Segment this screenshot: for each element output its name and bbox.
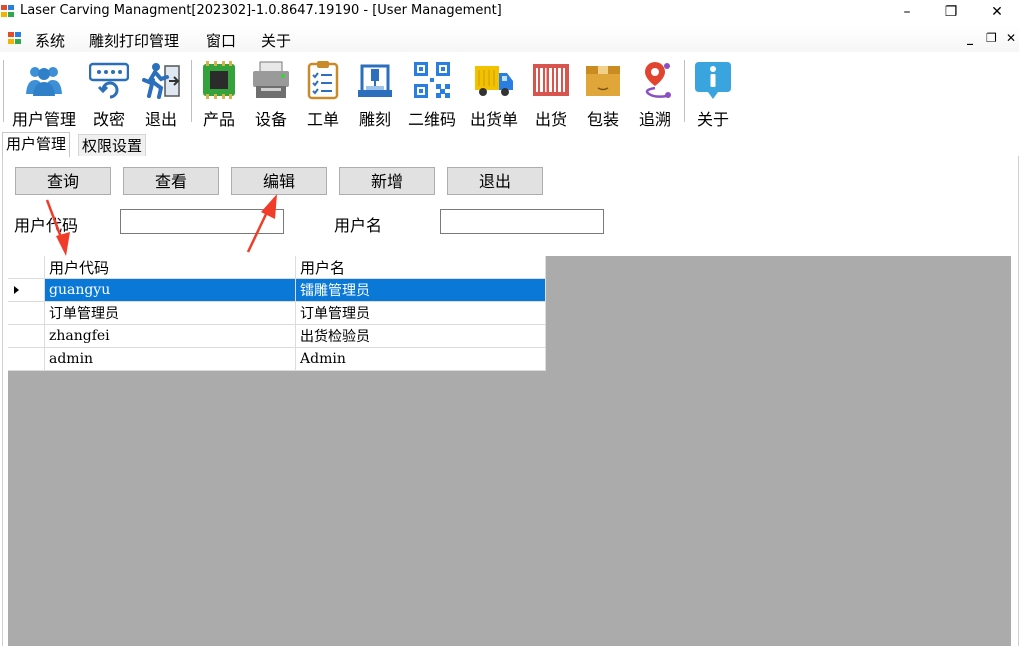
table-row[interactable]: guangyu 镭雕管理员 xyxy=(8,278,546,302)
toolbar-about-label: 关于 xyxy=(696,110,729,129)
table-row[interactable]: 订单管理员 订单管理员 xyxy=(8,301,546,325)
row-header[interactable] xyxy=(8,301,45,325)
toolbar-trace-label: 追溯 xyxy=(638,110,671,129)
tab-strip: 用户管理 权限设置 xyxy=(0,132,1025,157)
user-name-label: 用户名 xyxy=(334,216,383,235)
users-icon xyxy=(26,67,62,96)
toolbar-exit-button[interactable]: 退出 xyxy=(138,54,184,129)
toolbar-separator xyxy=(191,60,192,122)
toolbar-shipment-button[interactable]: 出货 xyxy=(528,54,574,129)
toolbar-change-password-button[interactable]: 改密 xyxy=(84,54,134,129)
user-table: 用户代码 用户名 guangyu 镭雕管理员 订单管理员 订单管理员 zhang… xyxy=(8,256,546,371)
barcode-icon xyxy=(533,64,569,96)
mdi-restore-button[interactable]: ❐ xyxy=(986,31,997,45)
toolbar-qrcode-label: 二维码 xyxy=(407,110,456,129)
box-icon xyxy=(586,66,620,96)
query-button[interactable]: 查询 xyxy=(15,167,111,195)
exit-run-icon xyxy=(142,63,180,99)
cell-user-name[interactable]: 镭雕管理员 xyxy=(295,278,546,302)
menu-about[interactable]: 关于 xyxy=(261,30,291,51)
toolbar-product-label: 产品 xyxy=(202,110,235,129)
user-code-input[interactable] xyxy=(120,209,284,234)
route-pin-icon xyxy=(645,62,671,98)
info-icon xyxy=(695,62,731,99)
toolbar-separator xyxy=(684,60,685,122)
qr-code-icon xyxy=(414,62,450,98)
user-name-input[interactable] xyxy=(440,209,604,234)
window-edge xyxy=(1019,26,1025,646)
toolbar-packaging-label: 包装 xyxy=(586,110,619,129)
toolbar-work-order-button[interactable]: 工单 xyxy=(300,54,346,129)
toolbar-shipment-label: 出货 xyxy=(534,110,567,129)
add-button[interactable]: 新增 xyxy=(339,167,435,195)
cell-user-code[interactable]: 订单管理员 xyxy=(44,301,296,325)
edit-button[interactable]: 编辑 xyxy=(231,167,327,195)
printer-icon xyxy=(253,61,289,98)
row-header[interactable] xyxy=(8,324,45,348)
toolbar: 用户管理 改密 退出 产品 设备 工单 雕刻 二维码 出货单 出货 包装 追溯 … xyxy=(0,54,1025,129)
cell-user-name[interactable]: 订单管理员 xyxy=(295,301,546,325)
tab-permission-settings[interactable]: 权限设置 xyxy=(78,134,147,157)
app-icon[interactable] xyxy=(1,5,14,17)
restore-button[interactable]: ❐ xyxy=(928,0,974,24)
close-button[interactable]: ✕ xyxy=(974,0,1020,24)
menu-carving-print[interactable]: 雕刻打印管理 xyxy=(89,30,179,51)
cell-user-code[interactable]: zhangfei xyxy=(44,324,296,348)
exit-button[interactable]: 退出 xyxy=(447,167,543,195)
mdi-child-icon[interactable] xyxy=(8,32,21,44)
cell-user-name[interactable]: 出货检验员 xyxy=(295,324,546,348)
toolbar-packaging-button[interactable]: 包装 xyxy=(580,54,626,129)
current-row-arrow-icon xyxy=(14,286,19,294)
cell-user-name[interactable]: Admin xyxy=(295,347,546,371)
window-title: Laser Carving Managment[202302]-1.0.8647… xyxy=(20,3,502,18)
table-header-row: 用户代码 用户名 xyxy=(8,256,546,279)
column-header-user-code[interactable]: 用户代码 xyxy=(44,256,296,279)
chip-icon xyxy=(203,61,235,99)
toolbar-grip xyxy=(3,60,4,122)
clipboard-checklist-icon xyxy=(307,61,339,100)
truck-icon xyxy=(475,66,513,96)
tab-user-management[interactable]: 用户管理 xyxy=(2,132,71,157)
cell-user-code[interactable]: admin xyxy=(44,347,296,371)
row-header[interactable] xyxy=(8,278,45,302)
toolbar-device-label: 设备 xyxy=(254,110,287,129)
row-header-corner[interactable] xyxy=(8,256,45,279)
user-grid[interactable]: 用户代码 用户名 guangyu 镭雕管理员 订单管理员 订单管理员 zhang… xyxy=(8,256,1011,646)
row-header[interactable] xyxy=(8,347,45,371)
toolbar-device-button[interactable]: 设备 xyxy=(248,54,294,129)
mdi-close-button[interactable]: ✕ xyxy=(1006,31,1016,45)
toolbar-exit-label: 退出 xyxy=(144,110,177,129)
toolbar-users-label: 用户管理 xyxy=(11,110,76,129)
toolbar-carving-label: 雕刻 xyxy=(358,110,391,129)
cell-user-code[interactable]: guangyu xyxy=(44,278,296,302)
toolbar-qrcode-button[interactable]: 二维码 xyxy=(404,54,460,129)
title-bar: Laser Carving Managment[202302]-1.0.8647… xyxy=(0,0,1025,24)
password-refresh-icon xyxy=(89,62,129,99)
toolbar-change-password-label: 改密 xyxy=(92,110,125,129)
toolbar-shipping-order-button[interactable]: 出货单 xyxy=(466,54,522,129)
menu-window[interactable]: 窗口 xyxy=(206,30,236,51)
user-code-label: 用户代码 xyxy=(14,216,79,235)
toolbar-shipping-order-label: 出货单 xyxy=(469,110,518,129)
toolbar-work-order-label: 工单 xyxy=(306,110,339,129)
engraver-icon xyxy=(358,64,392,97)
table-row[interactable]: zhangfei 出货检验员 xyxy=(8,324,546,348)
menu-system[interactable]: 系统 xyxy=(35,30,65,51)
mdi-minimize-button[interactable]: _ xyxy=(967,31,973,45)
view-button[interactable]: 查看 xyxy=(123,167,219,195)
minimize-button[interactable]: – xyxy=(884,0,930,24)
table-row[interactable]: admin Admin xyxy=(8,347,546,371)
menu-bar: 系统 雕刻打印管理 窗口 关于 _ ❐ ✕ xyxy=(0,26,1025,52)
column-header-user-name[interactable]: 用户名 xyxy=(295,256,546,279)
toolbar-about-button[interactable]: 关于 xyxy=(690,54,736,129)
toolbar-carving-button[interactable]: 雕刻 xyxy=(352,54,398,129)
toolbar-trace-button[interactable]: 追溯 xyxy=(632,54,678,129)
toolbar-product-button[interactable]: 产品 xyxy=(196,54,242,129)
toolbar-users-button[interactable]: 用户管理 xyxy=(8,54,80,129)
